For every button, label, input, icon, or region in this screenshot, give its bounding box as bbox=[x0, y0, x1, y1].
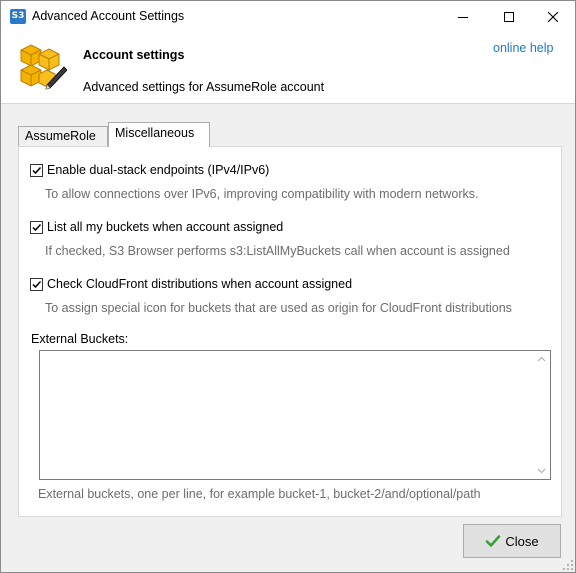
close-button-label: Close bbox=[505, 533, 539, 549]
option-cloudfront: Check CloudFront distributions when acco… bbox=[30, 276, 512, 315]
scroll-down-icon[interactable] bbox=[537, 466, 546, 475]
list-buckets-checkbox[interactable] bbox=[30, 220, 43, 234]
cloudfront-checkbox[interactable] bbox=[30, 277, 43, 291]
title-bar[interactable]: S3 Advanced Account Settings bbox=[1, 1, 575, 32]
close-button[interactable]: Close bbox=[463, 524, 561, 558]
list-buckets-label[interactable]: List all my buckets when account assigne… bbox=[47, 220, 283, 234]
external-buckets-textarea[interactable] bbox=[39, 350, 551, 480]
checkmark-icon bbox=[32, 223, 42, 231]
scroll-up-icon[interactable] bbox=[537, 355, 546, 364]
textarea-scrollbar[interactable] bbox=[533, 351, 550, 479]
external-buckets-value bbox=[40, 351, 550, 357]
close-icon bbox=[548, 11, 558, 22]
tab-assumerole[interactable]: AssumeRole bbox=[18, 126, 108, 147]
green-check-icon bbox=[485, 533, 501, 549]
dual-stack-checkbox[interactable] bbox=[30, 163, 43, 177]
minimize-icon bbox=[458, 16, 468, 18]
buckets-edit-icon bbox=[20, 44, 67, 90]
header-title: Account settings bbox=[83, 48, 185, 62]
header-subtitle: Advanced settings for AssumeRole account bbox=[83, 80, 325, 94]
checkmark-icon bbox=[32, 166, 42, 174]
maximize-button[interactable] bbox=[486, 1, 532, 32]
maximize-icon bbox=[504, 11, 514, 22]
tab-miscellaneous[interactable]: Miscellaneous bbox=[108, 122, 210, 147]
external-buckets-label: External Buckets: bbox=[31, 332, 129, 346]
minimize-button[interactable] bbox=[440, 1, 486, 32]
list-buckets-description: If checked, S3 Browser performs s3:ListA… bbox=[45, 244, 510, 258]
cloudfront-label[interactable]: Check CloudFront distributions when acco… bbox=[47, 277, 352, 291]
dialog-header: Account settings Advanced settings for A… bbox=[1, 32, 575, 104]
external-buckets-hint: External buckets, one per line, for exam… bbox=[38, 487, 481, 501]
online-help-link[interactable]: online help bbox=[493, 41, 553, 55]
dual-stack-label[interactable]: Enable dual-stack endpoints (IPv4/IPv6) bbox=[47, 163, 269, 177]
window-title: Advanced Account Settings bbox=[32, 9, 185, 23]
checkmark-icon bbox=[32, 280, 42, 288]
dialog-window: S3 Advanced Account Settings Account set… bbox=[0, 0, 576, 573]
option-dual-stack: Enable dual-stack endpoints (IPv4/IPv6) … bbox=[30, 162, 479, 201]
dual-stack-description: To allow connections over IPv6, improvin… bbox=[45, 187, 479, 201]
window-close-button[interactable] bbox=[530, 1, 576, 32]
s3-app-icon: S3 bbox=[10, 9, 26, 24]
cloudfront-description: To assign special icon for buckets that … bbox=[45, 301, 512, 315]
resize-grip-icon[interactable] bbox=[563, 560, 573, 570]
option-list-buckets: List all my buckets when account assigne… bbox=[30, 219, 510, 258]
miscellaneous-panel: Enable dual-stack endpoints (IPv4/IPv6) … bbox=[18, 146, 562, 517]
